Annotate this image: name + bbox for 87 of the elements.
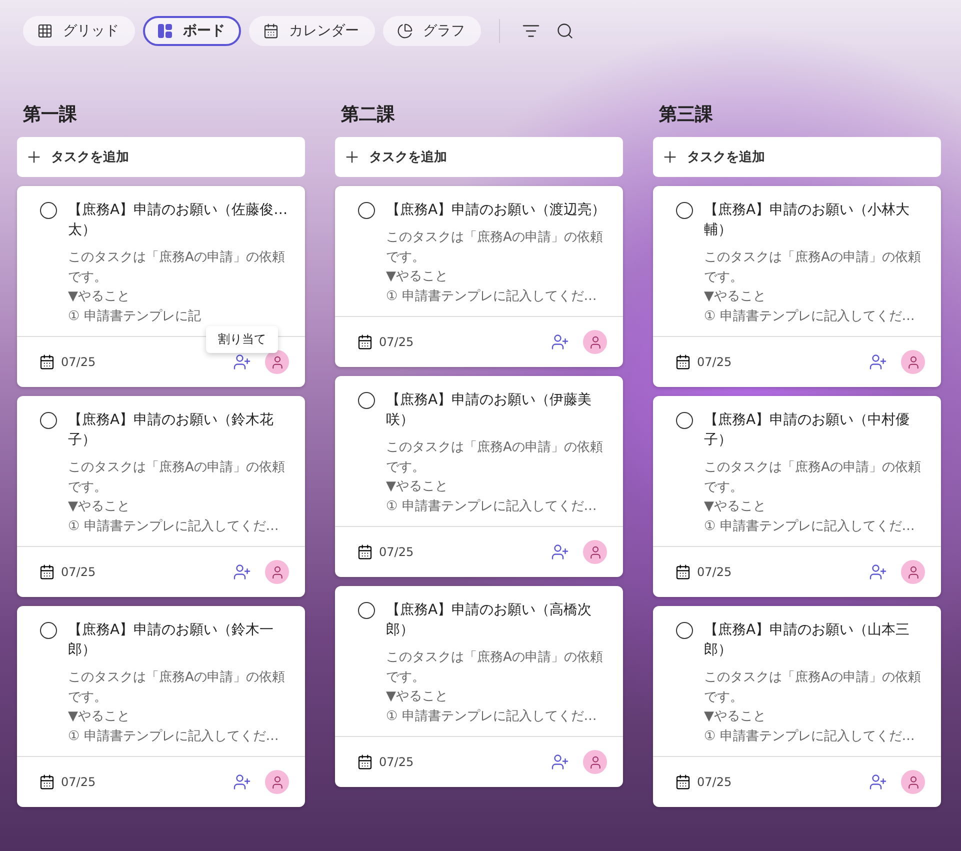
add-task-button[interactable]: タスクを追加	[335, 137, 623, 177]
due-date: 07/25	[61, 775, 97, 789]
task-title: 【庶務A】申請のお願い（鈴木花子）	[68, 411, 275, 450]
calendar-icon	[675, 774, 691, 790]
view-tab[interactable]: カレンダー	[249, 16, 375, 46]
task-description: このタスクは「庶務Aの申請」の依頼です。 ▼やること ① 申請書テンプレに記入してくだ…	[704, 669, 922, 746]
avatar[interactable]	[583, 540, 607, 564]
calendar-icon	[357, 334, 373, 350]
task-description: このタスクは「庶務Aの申請」の依頼です。 ▼やること ① 申請書テンプレに記入してくだ…	[386, 439, 604, 516]
calendar-icon	[39, 354, 55, 370]
task-title: 【庶務A】申請のお願い（伊藤美咲）	[386, 391, 593, 430]
task-card[interactable]: 【庶務A】申請のお願い（山本三郎） このタスクは「庶務Aの申請」の依頼です。 ▼やること ① 申請書テンプレに記入してくだ… 07/25	[653, 606, 941, 807]
task-title: 【庶務A】申請のお願い（小林大輔）	[704, 201, 911, 240]
task-title: 【庶務A】申請のお願い（高橋次郎）	[386, 601, 593, 640]
avatar[interactable]	[583, 330, 607, 354]
assign-icon[interactable]	[233, 563, 251, 581]
add-task-button[interactable]: タスクを追加	[653, 137, 941, 177]
task-description: このタスクは「庶務Aの申請」の依頼です。 ▼やること ① 申請書テンプレに記入してくだ…	[386, 229, 604, 306]
task-checkbox[interactable]	[676, 622, 693, 639]
calendar-icon	[357, 754, 373, 770]
due-date: 07/25	[379, 545, 415, 559]
assign-icon[interactable]	[869, 563, 887, 581]
task-title: 【庶務A】申請のお願い（鈴木一郎）	[68, 621, 275, 660]
calendar-icon	[357, 544, 373, 560]
task-checkbox[interactable]	[676, 412, 693, 429]
assign-icon[interactable]	[869, 773, 887, 791]
assign-icon[interactable]	[551, 333, 569, 351]
task-card[interactable]: 【庶務A】申請のお願い（伊藤美咲） このタスクは「庶務Aの申請」の依頼です。 ▼やること ① 申請書テンプレに記入してくだ… 07/25	[335, 376, 623, 577]
task-card[interactable]: 【庶務A】申請のお願い（渡辺亮） このタスクは「庶務Aの申請」の依頼です。 ▼やること ① 申請書テンプレに記入してくだ… 07/25	[335, 186, 623, 367]
assign-icon[interactable]	[233, 773, 251, 791]
task-description: このタスクは「庶務Aの申請」の依頼です。 ▼やること ① 申請書テンプレに記入してくだ…	[68, 459, 286, 536]
due-date: 07/25	[61, 565, 97, 579]
add-task-button[interactable]: タスクを追加	[17, 137, 305, 177]
view-tab[interactable]: ボード	[143, 16, 241, 46]
view-tab[interactable]: グリッド	[23, 16, 135, 46]
task-description: このタスクは「庶務Aの申請」の依頼です。 ▼やること ① 申請書テンプレに記入してくだ…	[386, 649, 604, 726]
calendar-icon	[675, 564, 691, 580]
avatar[interactable]	[583, 750, 607, 774]
task-checkbox[interactable]	[358, 602, 375, 619]
task-title: 【庶務A】申請のお願い（中村優子）	[704, 411, 911, 450]
avatar[interactable]	[901, 770, 925, 794]
assign-icon[interactable]	[551, 753, 569, 771]
task-card[interactable]: 【庶務A】申請のお願い（小林大輔） このタスクは「庶務Aの申請」の依頼です。 ▼やること ① 申請書テンプレに記入してくだ… 07/25	[653, 186, 941, 387]
task-description: このタスクは「庶務Aの申請」の依頼です。 ▼やること ① 申請書テンプレに記入してくだ…	[68, 669, 286, 746]
task-card[interactable]: 【庶務A】申請のお願い（高橋次郎） このタスクは「庶務Aの申請」の依頼です。 ▼やること ① 申請書テンプレに記入してくだ… 07/25	[335, 586, 623, 787]
view-tab[interactable]: グラフ	[383, 16, 481, 46]
task-description: このタスクは「庶務Aの申請」の依頼です。 ▼やること ① 申請書テンプレに記	[68, 249, 286, 326]
task-checkbox[interactable]	[40, 412, 57, 429]
calendar-icon	[39, 564, 55, 580]
due-date: 07/25	[61, 355, 97, 369]
tooltip: 割り当て	[206, 326, 278, 353]
avatar[interactable]	[265, 770, 289, 794]
calendar-icon	[263, 23, 279, 39]
assign-icon[interactable]	[869, 353, 887, 371]
task-checkbox[interactable]	[358, 202, 375, 219]
task-checkbox[interactable]	[40, 622, 57, 639]
task-card[interactable]: 【庶務A】申請のお願い（鈴木一郎） このタスクは「庶務Aの申請」の依頼です。 ▼やること ① 申請書テンプレに記入してくだ… 07/25	[17, 606, 305, 807]
avatar[interactable]	[901, 350, 925, 374]
avatar[interactable]	[265, 560, 289, 584]
task-checkbox[interactable]	[676, 202, 693, 219]
column-title: 第三課	[659, 103, 714, 127]
board-icon	[157, 23, 173, 39]
calendar-icon	[39, 774, 55, 790]
calendar-icon	[675, 354, 691, 370]
avatar[interactable]	[265, 350, 289, 374]
task-card[interactable]: 【庶務A】申請のお願い（中村優子） このタスクは「庶務Aの申請」の依頼です。 ▼やること ① 申請書テンプレに記入してくだ… 07/25	[653, 396, 941, 597]
task-checkbox[interactable]	[358, 392, 375, 409]
task-title: 【庶務A】申請のお願い（山本三郎）	[704, 621, 911, 660]
pie-chart-icon	[397, 23, 413, 39]
task-checkbox[interactable]	[40, 202, 57, 219]
task-card[interactable]: 【庶務A】申請のお願い（鈴木花子） このタスクは「庶務Aの申請」の依頼です。 ▼やること ① 申請書テンプレに記入してくだ… 07/25	[17, 396, 305, 597]
task-title: 【庶務A】申請のお願い（佐藤俊…太）	[68, 201, 289, 240]
task-card[interactable]: 【庶務A】申請のお願い（佐藤俊…太） このタスクは「庶務Aの申請」の依頼です。 ▼やること ① 申請書テンプレに記 07/25 割り当て	[17, 186, 305, 387]
task-title: 【庶務A】申請のお願い（渡辺亮）	[386, 201, 607, 220]
due-date: 07/25	[379, 335, 415, 349]
due-date: 07/25	[379, 755, 415, 769]
assign-icon[interactable]	[233, 353, 251, 371]
due-date: 07/25	[697, 355, 733, 369]
due-date: 07/25	[697, 565, 733, 579]
task-description: このタスクは「庶務Aの申請」の依頼です。 ▼やること ① 申請書テンプレに記入してくだ…	[704, 249, 922, 326]
task-description: このタスクは「庶務Aの申請」の依頼です。 ▼やること ① 申請書テンプレに記入してくだ…	[704, 459, 922, 536]
assign-icon[interactable]	[551, 543, 569, 561]
avatar[interactable]	[901, 560, 925, 584]
column-title: 第一課	[23, 103, 78, 127]
column-title: 第二課	[341, 103, 396, 127]
due-date: 07/25	[697, 775, 733, 789]
grid-icon	[37, 23, 53, 39]
